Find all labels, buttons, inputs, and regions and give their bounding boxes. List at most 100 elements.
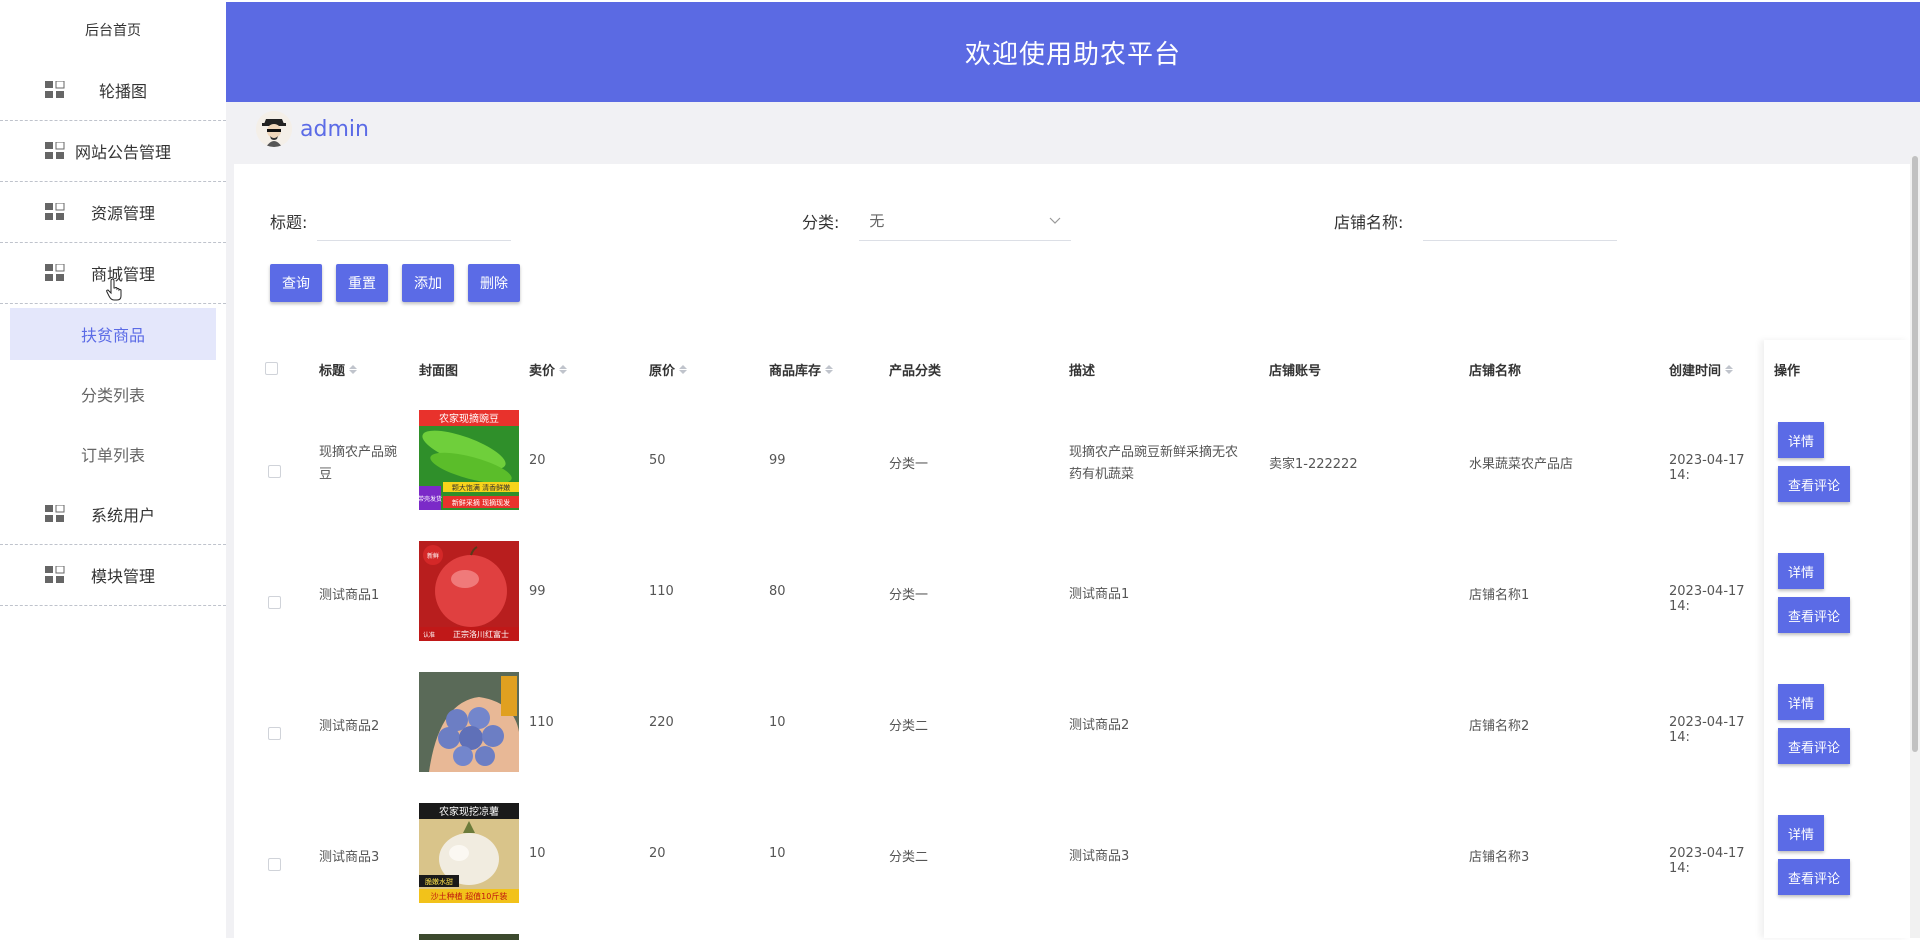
column-header-category: 产品分类 [889,360,941,379]
cover-image[interactable]: 农家现摘豌豆 颗大饱满 清香鲜嫩 新鲜采摘 现摘现发 带壳发货 [419,410,519,510]
category-select-value: 无 [869,212,885,230]
username[interactable]: admin [300,117,369,142]
top-header: 欢迎使用助农平台 [226,2,1920,102]
detail-button[interactable]: 详情 [1778,684,1825,720]
page-title: 欢迎使用助农平台 [964,39,1181,70]
search-title-label: 标题: [270,213,308,232]
table-row[interactable]: 测试商品2 110 220 10 分类二 测试商品2 店铺名称2 2023-04… [256,670,1756,801]
apple-footer2-text: 认准 [423,631,435,639]
detail-button[interactable]: 详情 [1778,815,1825,851]
cell-category: 分类一 [889,588,929,603]
column-header-label: 店铺名称 [1469,364,1522,379]
sort-icon[interactable] [1725,365,1734,374]
cell-price: 99 [529,584,546,599]
cover-image[interactable] [419,672,519,772]
detail-button[interactable]: 详情 [1778,553,1825,589]
sidebar-subitem-poverty-products[interactable]: 扶贫商品 [10,308,216,360]
cell-title: 现摘农产品豌豆 [319,445,398,482]
cell-title: 测试商品1 [319,588,380,603]
cell-store: 水果蔬菜农产品店 [1469,457,1574,472]
column-header-desc: 描述 [1069,360,1095,379]
cell-desc: 测试商品1 [1069,587,1130,602]
sidebar-item-system-users[interactable]: 系统用户 [0,484,226,545]
column-header-label: 操作 [1774,364,1801,379]
reset-button[interactable]: 重置 [336,264,388,302]
select-all-checkbox[interactable] [265,362,278,375]
cell-desc: 测试商品3 [1069,849,1130,864]
column-header-original[interactable]: 原价 [649,360,688,379]
table-header: 标题 封面图 卖价 原价 商品库存 产品分类 描述 店铺账号 店铺名称 创建时间 [256,340,1756,396]
column-header-label: 封面图 [419,364,459,379]
add-button[interactable]: 添加 [402,264,454,302]
grid-icon [45,566,65,583]
table-row[interactable]: 测试商品1 新鲜 认准 正宗洛川红富士 99 110 80 分类一 测试商品1 … [256,539,1756,670]
column-header-label: 标题 [319,364,346,379]
grid-icon [45,505,65,522]
view-comments-button[interactable]: 查看评论 [1778,466,1851,502]
apple-image: 新鲜 认准 正宗洛川红富士 [419,541,519,641]
sidebar-home[interactable]: 后台首页 [0,0,226,60]
table-row[interactable]: 测试商品3 农家现挖凉薯 脆嫩水甜 沙土种植 超值10斤装 10 20 10 分… [256,801,1756,932]
column-header-created[interactable]: 创建时间 [1669,360,1734,379]
sidebar-item-carousel[interactable]: 轮播图 [0,60,226,121]
peas-corner-text: 带壳发货 [419,495,442,503]
scrollbar-thumb[interactable] [1912,156,1918,752]
search-title-input[interactable] [317,201,512,241]
vertical-scrollbar[interactable] [1910,156,1920,938]
category-select[interactable]: 无 [859,201,1072,241]
detail-button[interactable]: 详情 [1778,422,1825,458]
sort-icon[interactable] [349,365,358,374]
cell-store: 店铺名称2 [1469,719,1530,734]
column-header-price[interactable]: 卖价 [529,360,568,379]
row-checkbox[interactable] [268,858,281,871]
grid-icon [45,264,65,281]
query-button[interactable]: 查询 [270,264,322,302]
cell-original: 20 [649,846,666,861]
sidebar-subitem-label: 分类列表 [80,386,145,405]
sort-icon[interactable] [825,365,834,374]
view-comments-button[interactable]: 查看评论 [1778,728,1851,764]
sidebar-item-resources[interactable]: 资源管理 [0,182,226,243]
cell-original: 220 [649,715,674,730]
cover-image[interactable]: 新鲜 认准 正宗洛川红富士 [419,541,519,641]
cell-stock: 10 [769,715,786,730]
sidebar-item-modules[interactable]: 模块管理 [0,545,226,606]
apple-footer-text: 正宗洛川红富士 [453,629,509,639]
sidebar-home-label: 后台首页 [85,23,141,39]
search-store-label: 店铺名称: [1334,213,1404,232]
sidebar-subitem-label: 扶贫商品 [80,326,145,345]
sidebar-subitem-label: 订单列表 [80,446,145,465]
peas-banner-text: 农家现摘豌豆 [439,412,499,425]
row-checkbox[interactable] [268,465,281,478]
cell-category: 分类二 [889,850,929,865]
column-header-label: 产品分类 [889,364,942,379]
column-header-label: 原价 [649,364,676,379]
sidebar: 后台首页 轮播图 网站公告管理 资源管理 商城管理 扶贫商品 分类列表 订单列表… [0,0,226,938]
sidebar-item-label: 轮播图 [98,82,147,101]
cover-image[interactable]: 农家现挖凉薯 脆嫩水甜 沙土种植 超值10斤装 [419,803,519,903]
cell-price: 110 [529,715,554,730]
search-title-field-group: 标题: [270,200,512,242]
cell-created: 2023-04-17 14: [1669,453,1745,483]
sidebar-item-label: 模块管理 [90,567,155,586]
sidebar-subitem-order-list[interactable]: 订单列表 [0,424,226,484]
row-checkbox[interactable] [268,596,281,609]
column-header-cover: 封面图 [419,360,458,379]
table-row[interactable]: 现摘农产品豌豆 农家现摘豌豆 颗大饱满 清香鲜嫩 新鲜采摘 现摘现发 带壳发货 … [256,408,1756,539]
delete-button[interactable]: 删除 [468,264,520,302]
sort-icon[interactable] [679,365,688,374]
column-header-stock[interactable]: 商品库存 [769,360,834,379]
column-header-label: 描述 [1069,364,1096,379]
sidebar-item-mall[interactable]: 商城管理 [0,243,226,304]
jicama-image: 农家现挖凉薯 脆嫩水甜 沙土种植 超值10斤装 [419,803,519,903]
view-comments-button[interactable]: 查看评论 [1778,597,1851,633]
column-header-title[interactable]: 标题 [319,360,358,379]
sort-icon[interactable] [559,365,568,374]
search-store-input[interactable] [1423,201,1618,241]
sidebar-subitem-category-list[interactable]: 分类列表 [0,364,226,424]
avatar[interactable] [256,111,292,147]
sidebar-item-notice[interactable]: 网站公告管理 [0,121,226,182]
view-comments-button[interactable]: 查看评论 [1778,859,1851,895]
cell-created: 2023-04-17 14: [1669,584,1745,614]
row-checkbox[interactable] [268,727,281,740]
